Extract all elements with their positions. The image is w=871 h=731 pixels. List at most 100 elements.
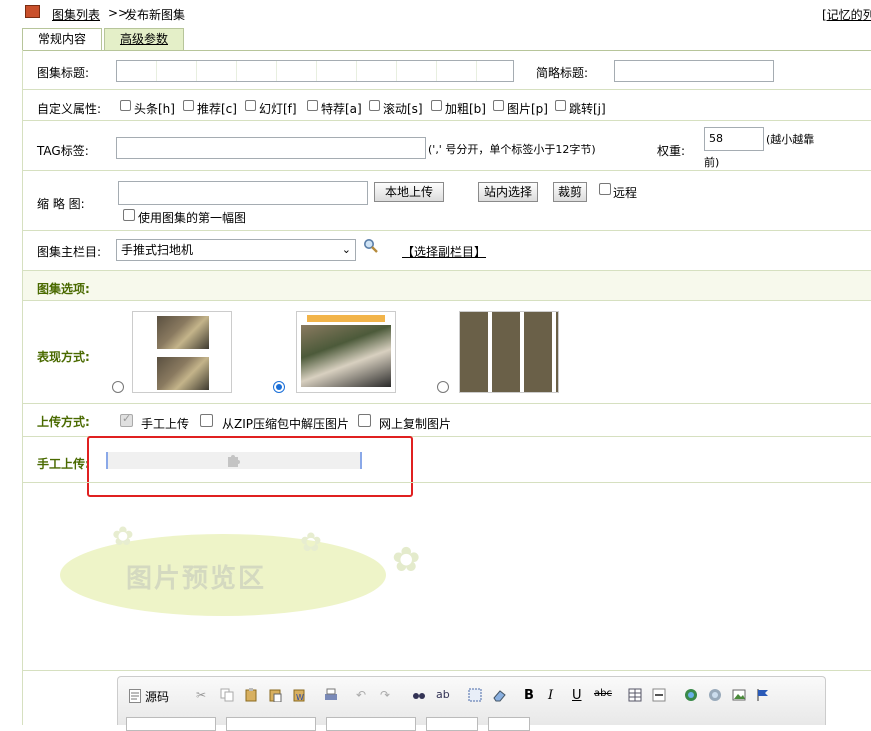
divider — [23, 89, 871, 90]
editor-toolbar: 源码 ✂ W ↶ ↷ ab B I U abc — [117, 676, 826, 731]
font-select[interactable] — [326, 717, 416, 731]
format-select[interactable] — [226, 717, 316, 731]
attr-checkbox-s[interactable] — [369, 100, 380, 111]
check-icon: ✓ — [122, 412, 132, 425]
attr-checkbox-c[interactable] — [183, 100, 194, 111]
crop-button[interactable]: 裁剪 — [553, 182, 587, 202]
redo-icon[interactable]: ↷ — [380, 688, 396, 704]
search-icon[interactable] — [363, 238, 379, 254]
tab-advanced[interactable]: 高级参数 — [104, 28, 184, 50]
color-picker[interactable] — [488, 717, 530, 731]
divider — [23, 170, 871, 171]
cut-icon[interactable]: ✂ — [196, 688, 212, 704]
site-select-button[interactable]: 站内选择 — [478, 182, 538, 202]
upload-method-web: 网上复制图片 — [379, 417, 452, 431]
size-select[interactable] — [426, 717, 478, 731]
table-icon[interactable] — [628, 688, 644, 704]
select-all-icon[interactable] — [468, 688, 484, 704]
attr-label-s: 滚动[s] — [383, 102, 423, 116]
memory-link-tail: 列 — [862, 8, 871, 22]
svg-text:W: W — [296, 693, 304, 702]
style-select[interactable] — [126, 717, 216, 731]
title-input[interactable] — [116, 60, 514, 82]
display-radio-3[interactable] — [437, 381, 449, 393]
display-mode-label: 表现方式: — [37, 350, 90, 364]
undo-icon[interactable]: ↶ — [356, 688, 372, 704]
weight-label: 权重: — [657, 144, 686, 158]
strikethrough-icon[interactable]: abc — [594, 688, 612, 704]
attr-label-h: 头条[h] — [134, 102, 175, 116]
tag-hint: (',' 号分开，单个标签小于12字节) — [428, 143, 596, 156]
weight-hint-2: 前) — [704, 156, 720, 169]
book-icon — [25, 5, 40, 18]
replace-icon[interactable]: ab — [436, 688, 452, 704]
thumb-photo — [157, 316, 209, 349]
attr-checkbox-j[interactable] — [555, 100, 566, 111]
thumb-nav-bar — [307, 315, 385, 322]
image-icon[interactable] — [732, 688, 748, 704]
breadcrumb-current: 发布新图集 — [125, 8, 186, 22]
upload-method-zip: 从ZIP压缩包中解压图片 — [222, 417, 349, 431]
attr-checkbox-f[interactable] — [245, 100, 256, 111]
column-select[interactable]: 手推式扫地机 ⌄ — [116, 239, 356, 261]
remote-checkbox[interactable] — [599, 183, 611, 195]
section-title: 图集选项: — [37, 282, 90, 296]
bold-icon[interactable]: B — [524, 688, 540, 704]
paste-word-icon[interactable]: W — [292, 688, 308, 704]
find-icon[interactable] — [412, 688, 428, 704]
tab-general[interactable]: 常规内容 — [22, 28, 102, 50]
zip-upload-checkbox[interactable] — [200, 414, 213, 427]
display-radio-1[interactable] — [112, 381, 124, 393]
display-radio-2[interactable] — [273, 381, 285, 393]
upload-method-label: 上传方式: — [37, 415, 90, 429]
local-upload-button[interactable]: 本地上传 — [374, 182, 444, 202]
tab-general-label: 常规内容 — [37, 32, 86, 46]
unlink-icon[interactable] — [708, 688, 724, 704]
attr-checkbox-h[interactable] — [120, 100, 131, 111]
attr-label-p: 图片[p] — [507, 102, 548, 116]
weight-value: 58 — [709, 132, 723, 145]
attributes-label: 自定义属性: — [37, 102, 102, 116]
attr-checkbox-p[interactable] — [493, 100, 504, 111]
attr-label-f: 幻灯[f] — [259, 102, 297, 116]
thumb-input[interactable] — [118, 181, 368, 205]
italic-icon[interactable]: I — [548, 688, 564, 704]
tag-label: TAG标签: — [37, 144, 89, 158]
manual-upload-label: 手工上传: — [37, 457, 90, 471]
copy-icon[interactable] — [220, 688, 236, 704]
web-copy-checkbox[interactable] — [358, 414, 371, 427]
eraser-icon[interactable] — [492, 688, 508, 704]
attr-checkbox-a[interactable] — [307, 100, 318, 111]
divider — [23, 670, 871, 671]
paw-icon: ✿ — [300, 528, 322, 558]
preview-area: 图片预览区 ✿ ✿ — [60, 522, 390, 618]
paste-icon[interactable] — [244, 688, 260, 704]
toolbar-row-1: 源码 ✂ W ↶ ↷ ab B I U abc — [126, 688, 816, 706]
source-icon[interactable]: 源码 — [126, 688, 178, 704]
horizontal-rule-icon[interactable] — [652, 688, 668, 704]
weight-input[interactable]: 58 — [704, 127, 764, 151]
use-first-checkbox[interactable] — [123, 209, 135, 221]
form-left-border — [22, 50, 23, 725]
tag-input[interactable] — [116, 137, 426, 159]
flag-icon[interactable] — [756, 688, 772, 704]
breadcrumb-list-link[interactable]: 图集列表 — [52, 6, 100, 23]
print-icon[interactable] — [324, 688, 340, 704]
display-thumb-3 — [459, 311, 559, 393]
attr-label-b: 加粗[b] — [445, 102, 486, 116]
column-label: 图集主栏目: — [37, 245, 102, 259]
underline-icon[interactable]: U — [572, 688, 588, 704]
short-title-input[interactable] — [614, 60, 774, 82]
column-select-value: 手推式扫地机 — [121, 243, 194, 257]
paste-text-icon[interactable] — [268, 688, 284, 704]
attr-checkbox-b[interactable] — [431, 100, 442, 111]
attr-label-c: 推荐[c] — [197, 102, 237, 116]
memory-link[interactable]: [记忆的列 — [822, 6, 871, 23]
display-thumb-2 — [296, 311, 396, 393]
choose-sub-column-link[interactable]: 【选择副栏目】 — [402, 243, 486, 260]
header-bar: 图集列表 >> 发布新图集 [记忆的列 — [0, 0, 871, 26]
use-first-label: 使用图集的第一幅图 — [138, 211, 247, 225]
preview-text: 图片预览区 — [126, 564, 267, 594]
link-icon[interactable] — [684, 688, 700, 704]
manual-upload-checkbox[interactable]: ✓ — [120, 412, 133, 427]
